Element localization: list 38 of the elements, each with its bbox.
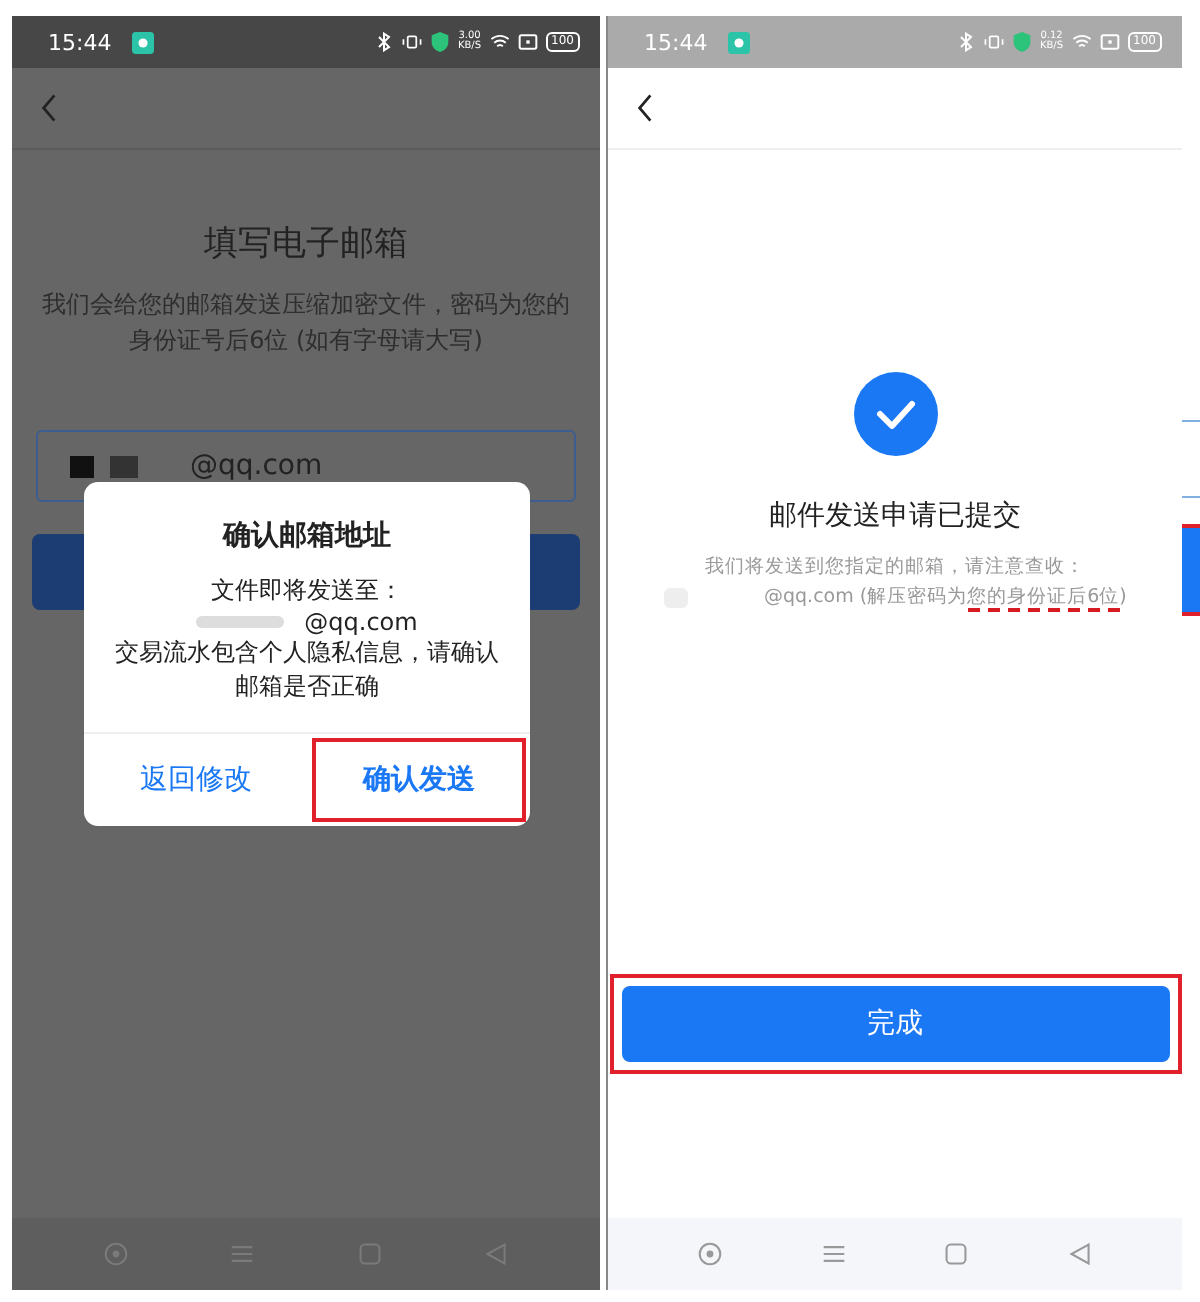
vibrate-icon	[401, 32, 422, 52]
done-button[interactable]: 完成	[621, 986, 1169, 1062]
back-icon[interactable]	[1068, 1242, 1093, 1266]
redacted-block	[110, 455, 138, 477]
status-time: 15:44	[48, 29, 112, 55]
wifi-icon	[1071, 32, 1092, 52]
dialog-button[interactable]: 返回修改	[84, 734, 307, 826]
success-title: 邮件发送申请已提交	[769, 498, 1021, 534]
dialog-text: 交易流水包含个人隐私信息，请确认邮箱是否正确	[113, 636, 501, 704]
home-icon[interactable]	[944, 1242, 969, 1266]
email-address: @qq.com	[304, 608, 418, 636]
dialog-title: 确认邮箱地址	[223, 518, 391, 554]
notice-text: 我们将发送到您指定的邮箱，请注意查收：	[705, 554, 1085, 580]
app-notification-icon	[131, 31, 154, 53]
dialog-text: 文件即将发送至：	[211, 574, 403, 608]
redacted-block	[70, 455, 94, 477]
bluetooth-icon	[373, 32, 394, 52]
vibrate-icon	[983, 32, 1004, 52]
assistant-icon[interactable]	[103, 1242, 128, 1266]
back-icon[interactable]	[484, 1242, 509, 1266]
home-icon[interactable]	[357, 1242, 382, 1266]
dialog-button[interactable]: 确认发送	[307, 734, 530, 826]
bluetooth-icon	[955, 32, 976, 52]
wifi-icon	[489, 32, 510, 52]
screen-icon	[1099, 32, 1120, 52]
page-title: 填写电子邮箱	[204, 222, 408, 266]
shield-icon	[429, 32, 450, 52]
shield-icon	[1011, 32, 1032, 52]
app-notification-icon	[727, 31, 750, 53]
screen-icon	[517, 32, 538, 52]
notice-text: @qq.com (解压密码为您的身份证后6位)	[764, 584, 1127, 610]
assistant-icon[interactable]	[697, 1242, 722, 1266]
redacted-block	[196, 616, 285, 628]
menu-icon[interactable]	[821, 1242, 846, 1266]
menu-icon[interactable]	[230, 1242, 255, 1266]
success-check-icon	[853, 372, 937, 456]
instruction-text: 我们会给您的邮箱发送压缩加密文件，密码为您的身份证号后6位 (如有字母请大写)	[40, 288, 572, 358]
status-time: 15:44	[644, 29, 708, 55]
